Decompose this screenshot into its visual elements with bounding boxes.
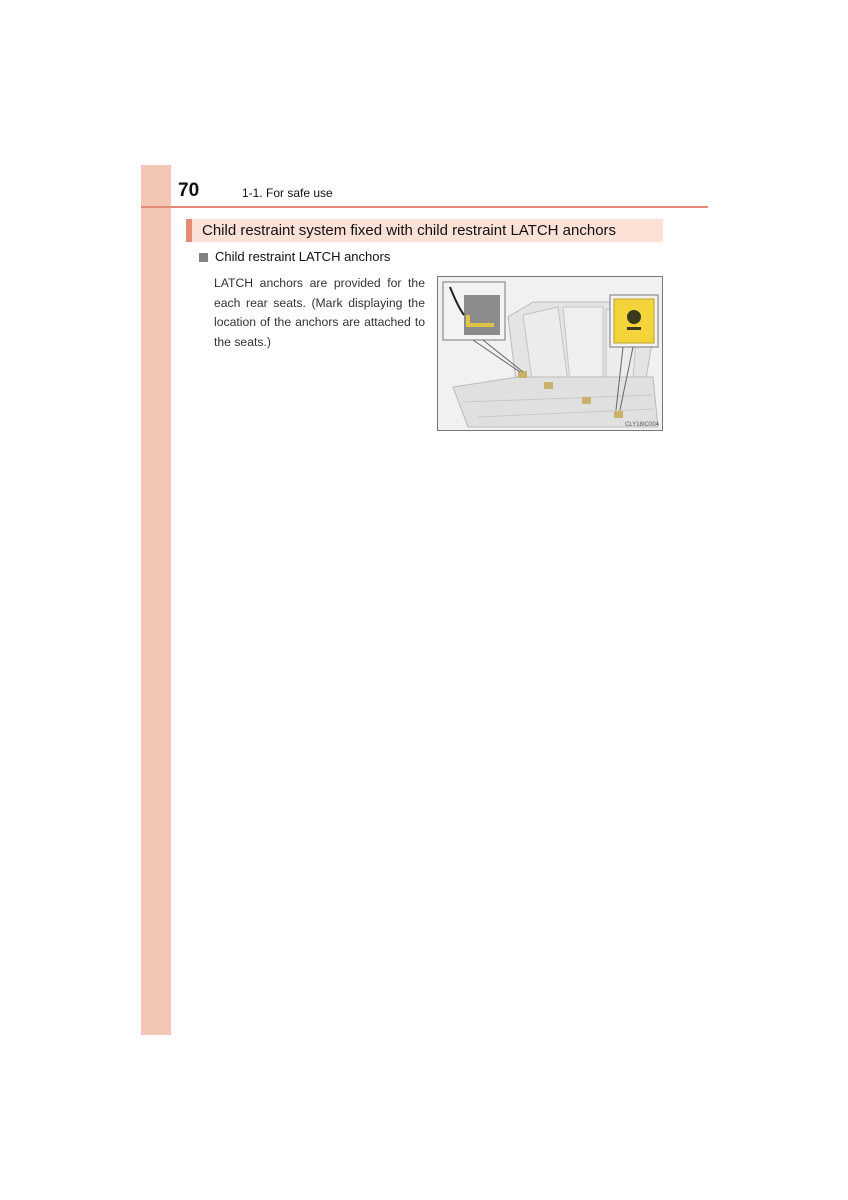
body-paragraph: LATCH anchors are provided for the each … bbox=[214, 276, 425, 349]
seat-cushion bbox=[452, 376, 659, 428]
subheading: Child restraint LATCH anchors bbox=[215, 249, 391, 264]
page-number: 70 bbox=[178, 180, 200, 201]
anchor-icon bbox=[544, 382, 553, 389]
chapter-side-tab bbox=[141, 165, 171, 1035]
figure-code: CLY18IC004 bbox=[625, 422, 659, 428]
square-bullet-icon bbox=[199, 253, 208, 262]
section-label: 1-1. For safe use bbox=[242, 186, 333, 200]
seatback-center bbox=[562, 306, 604, 383]
section-title: Child restraint system fixed with child … bbox=[202, 222, 617, 239]
header-rule bbox=[141, 206, 708, 208]
anchor-icon bbox=[582, 397, 591, 404]
seat-illustration: CLY18IC004 bbox=[437, 276, 663, 431]
anchor-icon bbox=[614, 411, 623, 418]
seat-drawing bbox=[442, 281, 659, 428]
section-title-bar: Child restraint system fixed with child … bbox=[186, 219, 663, 242]
